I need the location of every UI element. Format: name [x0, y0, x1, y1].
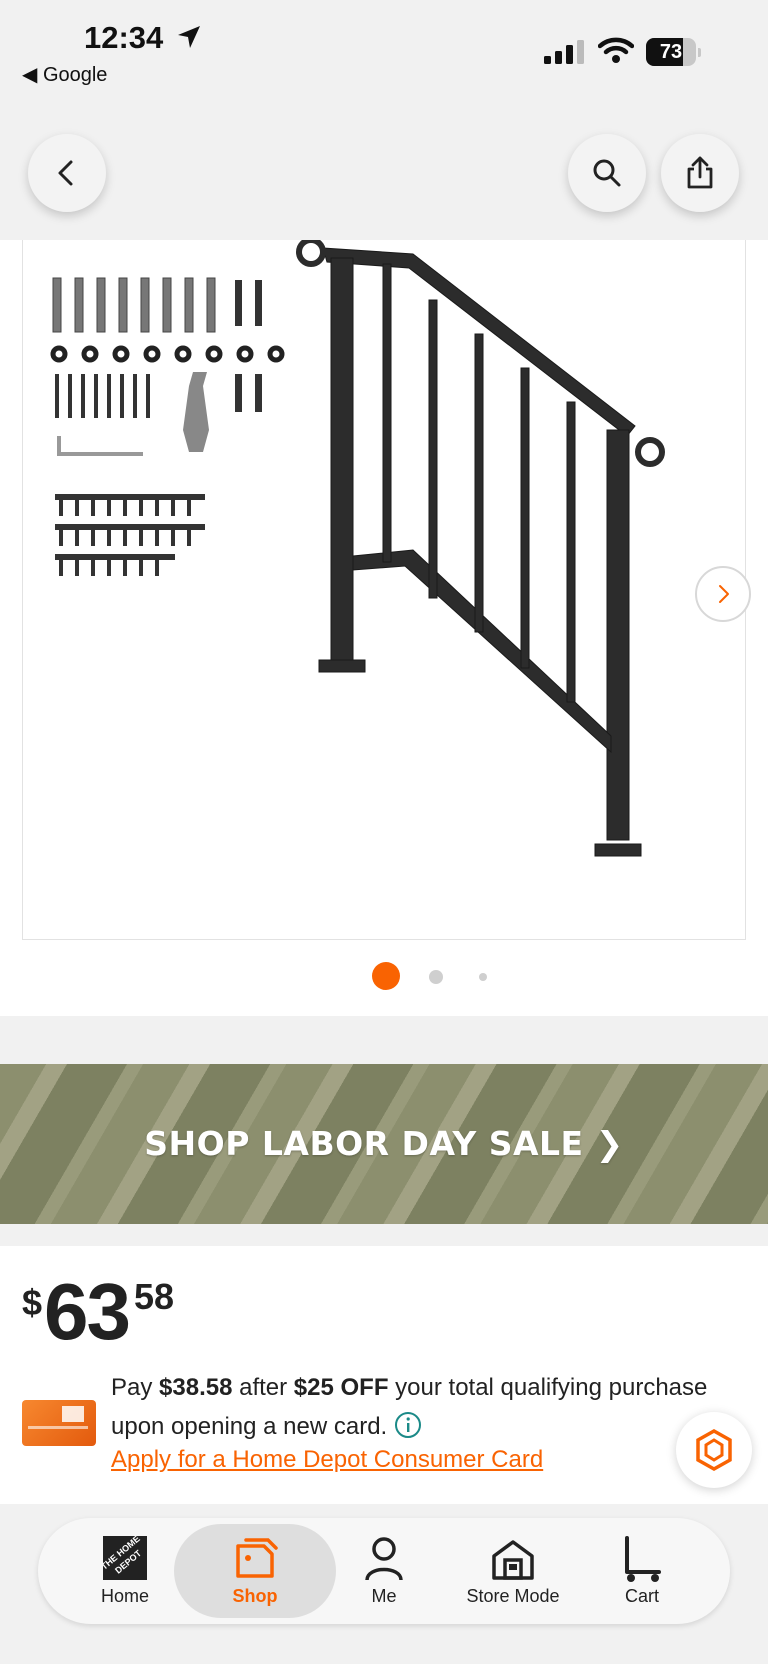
- clock: 12:34: [84, 20, 164, 55]
- offer-discount: $25 OFF: [293, 1374, 389, 1401]
- credit-card-icon: [22, 1400, 96, 1446]
- price-currency: $: [22, 1282, 43, 1323]
- search-button[interactable]: [568, 134, 646, 212]
- share-button[interactable]: [661, 134, 739, 212]
- home-depot-logo-icon: THE HOME DEPOT: [103, 1536, 147, 1580]
- chevron-right-icon: [719, 585, 729, 603]
- image-pagination-dots: [0, 960, 768, 990]
- tab-store-mode[interactable]: Store Mode: [448, 1518, 578, 1624]
- tab-cart-label: Cart: [624, 1586, 659, 1606]
- next-image-button[interactable]: [695, 566, 751, 622]
- promo-label: SHOP LABOR DAY SALE ❯: [144, 1124, 624, 1163]
- tab-shop[interactable]: Shop: [174, 1518, 336, 1624]
- tab-shop-label: Shop: [232, 1586, 278, 1606]
- offer-pay-amount: $38.58: [159, 1374, 233, 1401]
- tab-me-label: Me: [371, 1586, 397, 1606]
- apply-card-link[interactable]: Apply for a Home Depot Consumer Card: [111, 1446, 543, 1474]
- battery-indicator: 73: [646, 38, 701, 66]
- search-icon: [593, 159, 621, 187]
- labor-day-sale-banner[interactable]: SHOP LABOR DAY SALE ❯: [0, 1064, 768, 1224]
- back-button[interactable]: [28, 134, 106, 212]
- chevron-left-icon: [58, 160, 73, 186]
- shop-tag-icon: [236, 1538, 278, 1578]
- handrail-product-image: [50, 237, 665, 857]
- pagination-dot-active[interactable]: [372, 962, 400, 990]
- pagination-dot[interactable]: [479, 973, 487, 981]
- tab-store-mode-label: Store Mode: [466, 1586, 560, 1606]
- bottom-tab-bar: THE HOME DEPOT Home Shop Me Store Mode C…: [38, 1518, 730, 1624]
- back-to-app-link[interactable]: ◀ Google: [22, 62, 107, 87]
- tab-home-label: Home: [100, 1586, 149, 1606]
- location-arrow-icon: [178, 26, 200, 48]
- status-bar: 12:34 ◀ Google 73: [0, 0, 768, 100]
- hexagon-logo-icon: [696, 1428, 732, 1472]
- person-icon: [365, 1537, 403, 1581]
- cellular-signal-icon: [544, 40, 584, 64]
- chat-assistant-button[interactable]: [676, 1412, 752, 1488]
- share-icon: [687, 156, 713, 189]
- battery-percent: 73: [659, 41, 683, 63]
- price-dollars: 63: [44, 1267, 131, 1356]
- wifi-icon: [598, 37, 634, 63]
- price-cents: 58: [134, 1276, 175, 1317]
- tab-home[interactable]: THE HOME DEPOT Home: [60, 1518, 190, 1624]
- info-icon[interactable]: [394, 1411, 422, 1439]
- tab-me[interactable]: Me: [319, 1518, 449, 1624]
- card-offer-text: Pay $38.58 after $25 OFF your total qual…: [111, 1374, 708, 1440]
- tab-cart[interactable]: Cart: [577, 1518, 707, 1624]
- pagination-dot[interactable]: [429, 970, 443, 984]
- cart-icon: [625, 1536, 661, 1582]
- product-image[interactable]: [22, 237, 751, 940]
- store-icon: [492, 1540, 534, 1580]
- price-section: $ 63 58 Pay $38.58 after $25 OFF your to…: [0, 1246, 768, 1504]
- product-gallery: [0, 237, 768, 1016]
